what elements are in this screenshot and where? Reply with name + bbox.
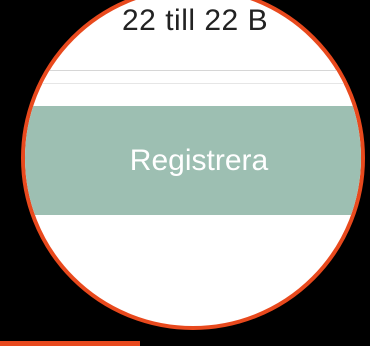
- screenshot-stage: 22 till 22 B Registrera: [0, 0, 370, 346]
- partial-form-text: 22 till 22 B: [122, 4, 269, 37]
- register-button-label: Registrera: [129, 144, 269, 177]
- form-area: 22 till 22 B Registrera: [25, 4, 361, 326]
- highlight-underline: [0, 341, 140, 346]
- register-button[interactable]: Registrera: [25, 106, 361, 215]
- zoom-highlight-circle: 22 till 22 B Registrera: [21, 0, 365, 330]
- text-input-field[interactable]: [25, 70, 361, 84]
